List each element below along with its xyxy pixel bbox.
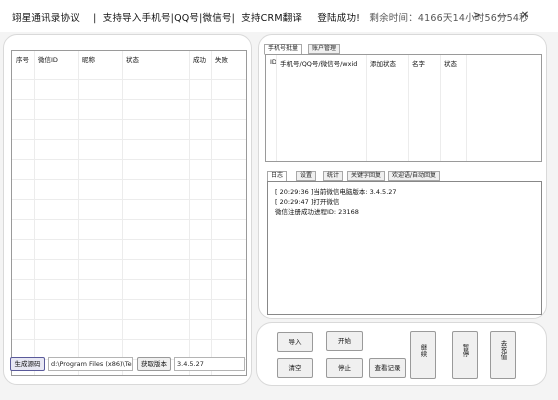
feature-import-text: 支持导入手机号|QQ号|微信号| [102,13,236,24]
log-box[interactable]: [ 20:29:36 ]当前微信电脑版本: 3.4.5.27 [ 20:29:4… [267,181,542,315]
stop-button[interactable]: 停止 [326,358,363,378]
col-index[interactable]: 序号 [16,54,29,64]
account-table[interactable]: 序号 微信ID 昵称 状态 成功 失败 [11,50,247,376]
close-button[interactable]: ✕ [518,9,532,23]
log-line: 微信注册成功进程ID: 23168 [275,208,359,216]
action-panel: 导入 开始 清空 停止 查看记录 继续 暂停 去充值 [256,322,547,386]
login-status: 登陆成功! [317,13,361,24]
col-state[interactable]: 状态 [444,58,457,68]
right-panel: 手机号批量 账户管理 ID 手机号/QQ号/微信号/wxid 添加状态 名字 状… [258,34,547,319]
wechat-path-field[interactable]: d:\Program Files (x86)\Te [48,357,133,371]
contact-table[interactable]: ID 手机号/QQ号/微信号/wxid 添加状态 名字 状态 [265,54,542,162]
col-account[interactable]: 手机号/QQ号/微信号/wxid [280,58,357,68]
generate-source-button[interactable]: 生成源码 [10,357,45,371]
version-field[interactable]: 3.4.5.27 [174,357,245,371]
log-line: [ 20:29:47 ]打开微信 [275,198,340,206]
clear-button[interactable]: 清空 [277,358,313,378]
get-version-button[interactable]: 获取版本 [137,357,171,371]
view-record-button[interactable]: 查看记录 [369,358,406,378]
col-nickname[interactable]: 昵称 [82,54,95,64]
col-name[interactable]: 名字 [412,58,425,68]
app-name: 翊星通讯录协议 [12,13,80,24]
grid-line [122,51,123,375]
tab-welcome-reply[interactable]: 欢迎语/自动回复 [388,171,441,181]
log-line: [ 20:29:36 ]当前微信电脑版本: 3.4.5.27 [275,188,397,196]
grid-line [211,51,212,375]
tab-account-management[interactable]: 账户管理 [308,44,341,54]
col-fail[interactable]: 失败 [215,54,228,64]
title-bar: 翊星通讯录协议 | 支持导入手机号|QQ号|微信号| 支持CRM翻译 登陆成功!… [0,0,558,32]
col-wechat-id[interactable]: 微信ID [38,54,58,64]
more-button[interactable]: > [470,9,484,23]
grid-line [189,51,190,375]
grid-line [440,55,441,161]
col-add-status[interactable]: 添加状态 [370,58,396,68]
start-button[interactable]: 开始 [326,331,363,351]
pause-label: 暂停 [461,344,469,357]
title-separator: | [93,13,97,24]
col-status[interactable]: 状态 [126,54,139,64]
grid-line [408,55,409,161]
recharge-label: 去充值 [499,340,507,360]
tab-settings[interactable]: 设置 [296,171,317,181]
pause-button[interactable]: 暂停 [452,331,478,379]
col-success[interactable]: 成功 [193,54,206,64]
continue-label: 继续 [419,344,427,357]
grid-line [366,55,367,161]
grid-line [34,51,35,375]
grid-line [78,51,79,375]
left-panel: 序号 微信ID 昵称 状态 成功 失败 [3,34,252,385]
window-title: 翊星通讯录协议 | 支持导入手机号|QQ号|微信号| 支持CRM翻译 登陆成功!… [12,10,529,24]
contact-table-header: ID 手机号/QQ号/微信号/wxid 添加状态 名字 状态 [266,55,541,68]
recharge-button[interactable]: 去充值 [490,331,516,379]
tab-statistics[interactable]: 统计 [323,171,344,181]
import-button[interactable]: 导入 [277,332,313,352]
tab-keyword-reply[interactable]: 关键字回复 [347,171,386,181]
minimize-button[interactable]: — [495,9,509,23]
grid-line [466,55,467,161]
continue-button[interactable]: 继续 [410,331,436,379]
feature-crm-text: 支持CRM翻译 [241,13,303,24]
grid-line [276,55,277,161]
